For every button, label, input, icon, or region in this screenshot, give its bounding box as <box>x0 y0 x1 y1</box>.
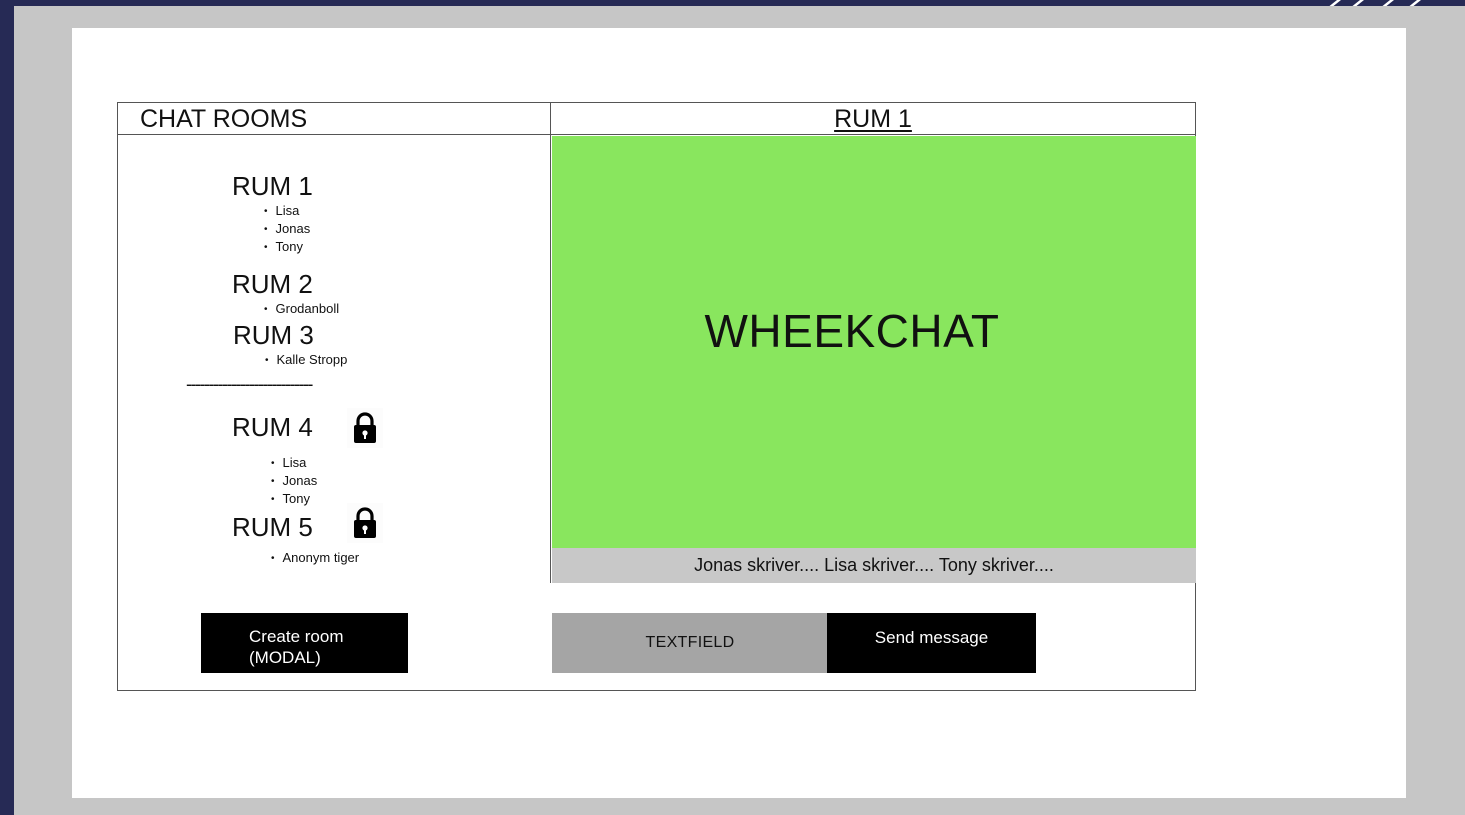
member-item: Grodanboll <box>264 301 340 319</box>
member-item: Lisa <box>264 203 310 221</box>
send-message-button[interactable]: Send message <box>827 613 1036 673</box>
current-room-name: RUM 1 <box>834 105 912 133</box>
create-room-button[interactable]: Create room (MODAL) <box>201 613 408 673</box>
room-members-rum-2: Grodanboll <box>264 301 340 319</box>
room-item-rum-1[interactable]: RUM 1 <box>232 171 313 201</box>
room-separator: ---------------------------- <box>186 374 313 394</box>
room-members-rum-4: Lisa Jonas Tony <box>271 455 318 509</box>
room-item-rum-4[interactable]: RUM 4 <box>232 412 313 442</box>
create-room-label-line1: Create room <box>249 627 344 646</box>
panel-divider <box>550 103 551 583</box>
lock-icon <box>347 503 383 543</box>
member-item: Tony <box>271 491 317 509</box>
create-room-label-line2: (MODAL) <box>249 648 321 667</box>
room-members-rum-5: Anonym tiger <box>271 550 360 568</box>
room-members-rum-1: Lisa Jonas Tony <box>264 203 311 257</box>
member-item: Tony <box>264 239 310 257</box>
typing-indicator: Jonas skriver.... Lisa skriver.... Tony … <box>552 548 1196 583</box>
room-item-rum-2[interactable]: RUM 2 <box>232 269 313 299</box>
member-item: Lisa <box>271 455 317 473</box>
message-input[interactable] <box>552 613 828 673</box>
room-members-rum-3: Kalle Stropp <box>265 352 348 370</box>
room-item-rum-5[interactable]: RUM 5 <box>232 512 313 542</box>
current-room-title: RUM 1 <box>551 103 1195 135</box>
chat-app-window: CHAT ROOMS RUM 1 RUM 1 Lisa Jonas Tony R… <box>117 102 1196 691</box>
chat-rooms-header: CHAT ROOMS <box>118 103 550 135</box>
room-item-rum-3[interactable]: RUM 3 <box>233 320 314 350</box>
message-area: WHEEKCHAT <box>552 136 1196 548</box>
lock-icon <box>347 408 383 448</box>
member-item: Jonas <box>264 221 311 239</box>
app-brand: WHEEKCHAT <box>704 305 1000 357</box>
member-item: Jonas <box>271 473 318 491</box>
member-item: Kalle Stropp <box>265 352 348 370</box>
member-item: Anonym tiger <box>271 550 360 568</box>
